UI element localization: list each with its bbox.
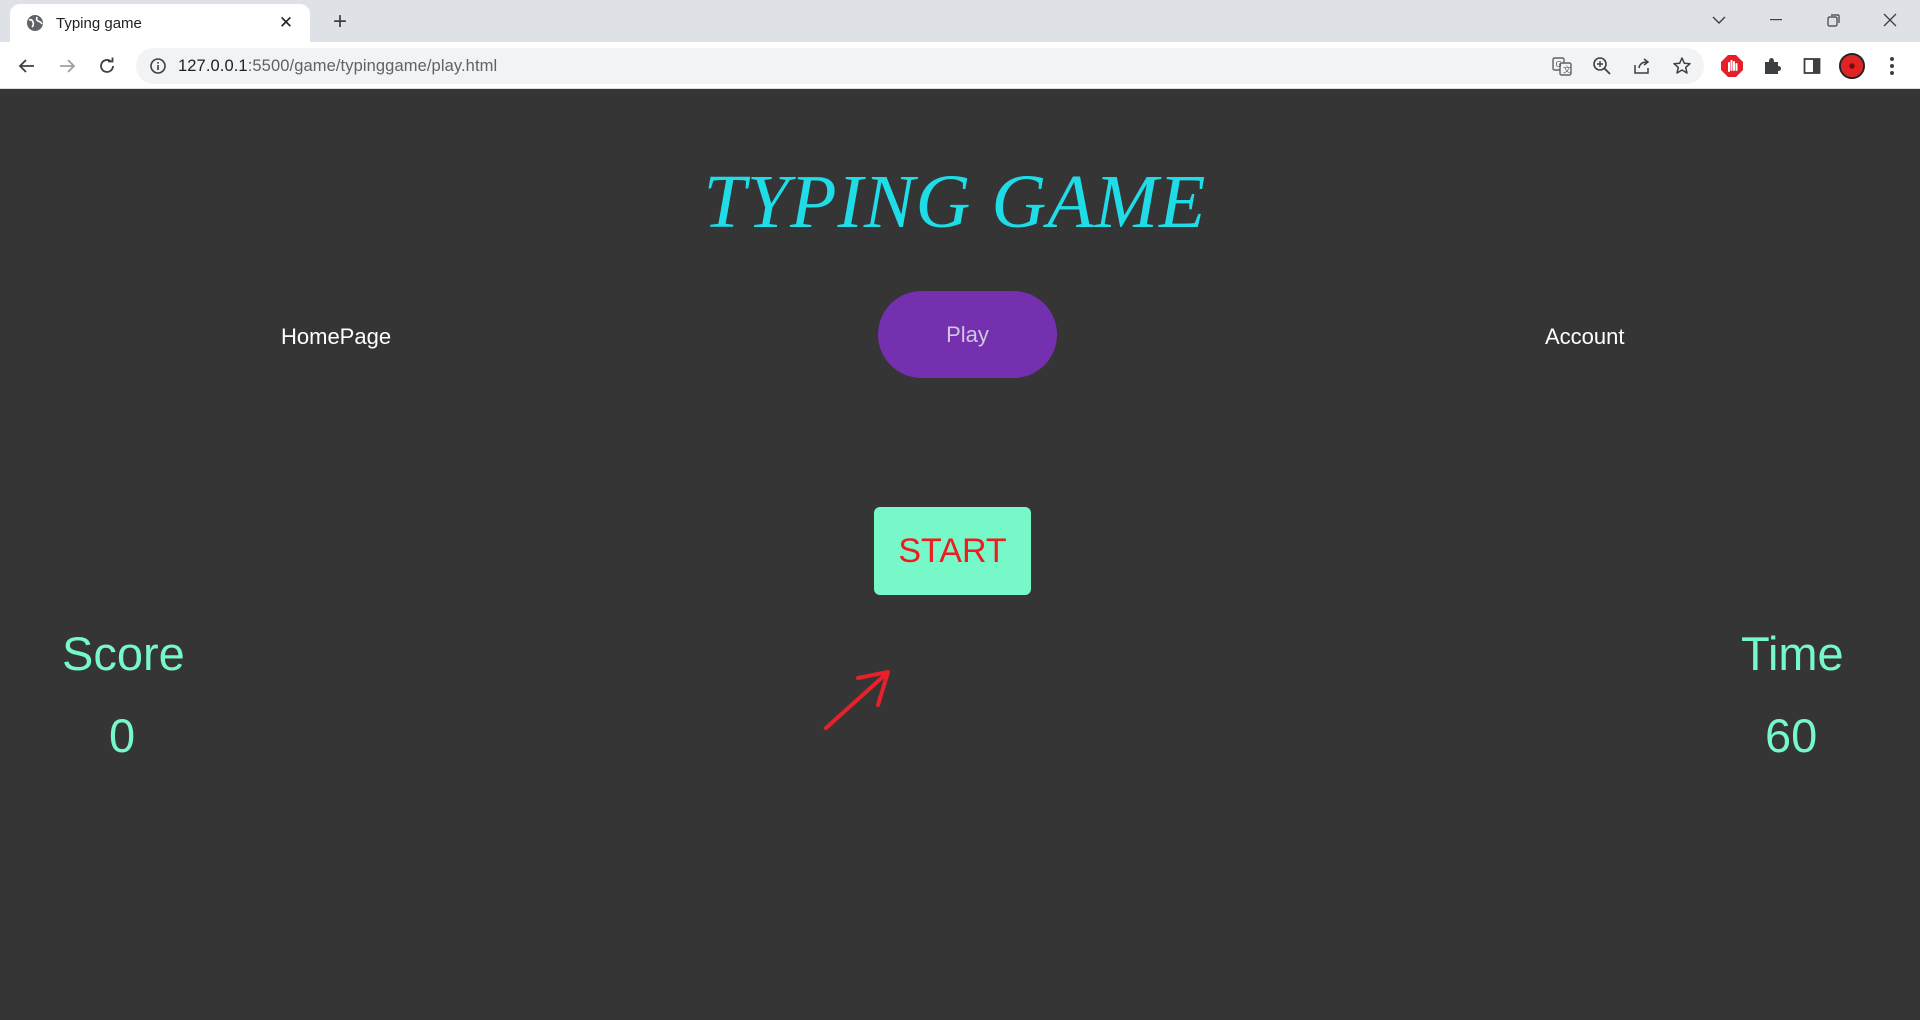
time-value: 60 [1765, 709, 1818, 762]
time-label: Time [1741, 627, 1844, 680]
chevron-down-icon[interactable] [1696, 0, 1742, 40]
translate-icon[interactable]: G文 [1551, 55, 1573, 77]
zoom-icon[interactable] [1591, 55, 1613, 77]
start-button[interactable]: START [874, 507, 1031, 595]
adblock-extension-icon[interactable] [1719, 53, 1745, 79]
game-title: TYPING GAME [703, 160, 1207, 244]
annotation-arrow-icon [824, 670, 890, 730]
forward-icon[interactable] [52, 51, 82, 81]
menu-more-icon[interactable] [1879, 53, 1905, 79]
reload-icon[interactable] [92, 51, 122, 81]
side-panel-icon[interactable] [1799, 53, 1825, 79]
nav-play-button[interactable]: Play [878, 291, 1057, 378]
tab-close-icon[interactable]: ✕ [274, 11, 298, 35]
tab-title: Typing game [56, 14, 142, 32]
score-value: 0 [109, 709, 136, 762]
page-content: TYPING GAME HomePage Play Account START … [0, 89, 1920, 1020]
score-label: Score [62, 627, 185, 680]
minimize-icon[interactable] [1753, 0, 1799, 40]
url-path: :5500/game/typinggame/play.html [247, 57, 498, 75]
browser-toolbar: 127.0.0.1:5500/game/typinggame/play.html… [0, 42, 1920, 89]
restore-icon[interactable] [1810, 0, 1856, 40]
url-host: 127.0.0.1 [178, 57, 248, 75]
share-icon[interactable] [1631, 55, 1653, 77]
svg-text:G: G [1556, 60, 1562, 69]
new-tab-button[interactable]: + [326, 8, 354, 36]
svg-text:文: 文 [1563, 65, 1571, 75]
nav-account-link[interactable]: Account [1545, 324, 1625, 350]
extensions-puzzle-icon[interactable] [1759, 53, 1785, 79]
bookmark-star-icon[interactable] [1671, 55, 1693, 77]
url-text: 127.0.0.1:5500/game/typinggame/play.html [178, 57, 497, 76]
tab-strip: Typing game ✕ + [0, 0, 1920, 42]
profile-avatar-icon[interactable] [1839, 53, 1865, 79]
close-icon[interactable] [1867, 0, 1913, 40]
back-icon[interactable] [12, 51, 42, 81]
globe-icon [26, 14, 44, 32]
nav-home-link[interactable]: HomePage [281, 324, 391, 350]
address-bar[interactable]: 127.0.0.1:5500/game/typinggame/play.html… [136, 48, 1704, 84]
info-icon[interactable] [148, 56, 168, 76]
browser-tab[interactable]: Typing game ✕ [10, 4, 310, 42]
